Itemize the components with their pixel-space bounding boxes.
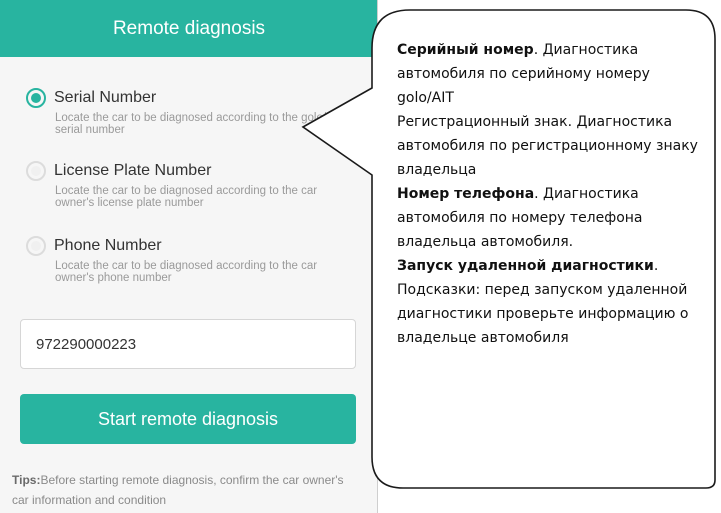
callout-serial: Серийный номер. Диагностика автомобиля п… bbox=[397, 38, 702, 110]
callout-text: Серийный номер. Диагностика автомобиля п… bbox=[397, 38, 702, 350]
callout-serial-title: Серийный номер bbox=[397, 42, 534, 58]
callout-phone: Номер телефона. Диагностика автомобиля п… bbox=[397, 182, 702, 254]
callout-start-title: Запуск удаленной диагностики bbox=[397, 258, 654, 274]
callout-plate: Регистрационный знак. Диагностика автомо… bbox=[397, 114, 698, 178]
callout-start: Запуск удаленной диагностики. Подсказки:… bbox=[397, 254, 702, 350]
callout-phone-title: Номер телефона bbox=[397, 186, 535, 202]
